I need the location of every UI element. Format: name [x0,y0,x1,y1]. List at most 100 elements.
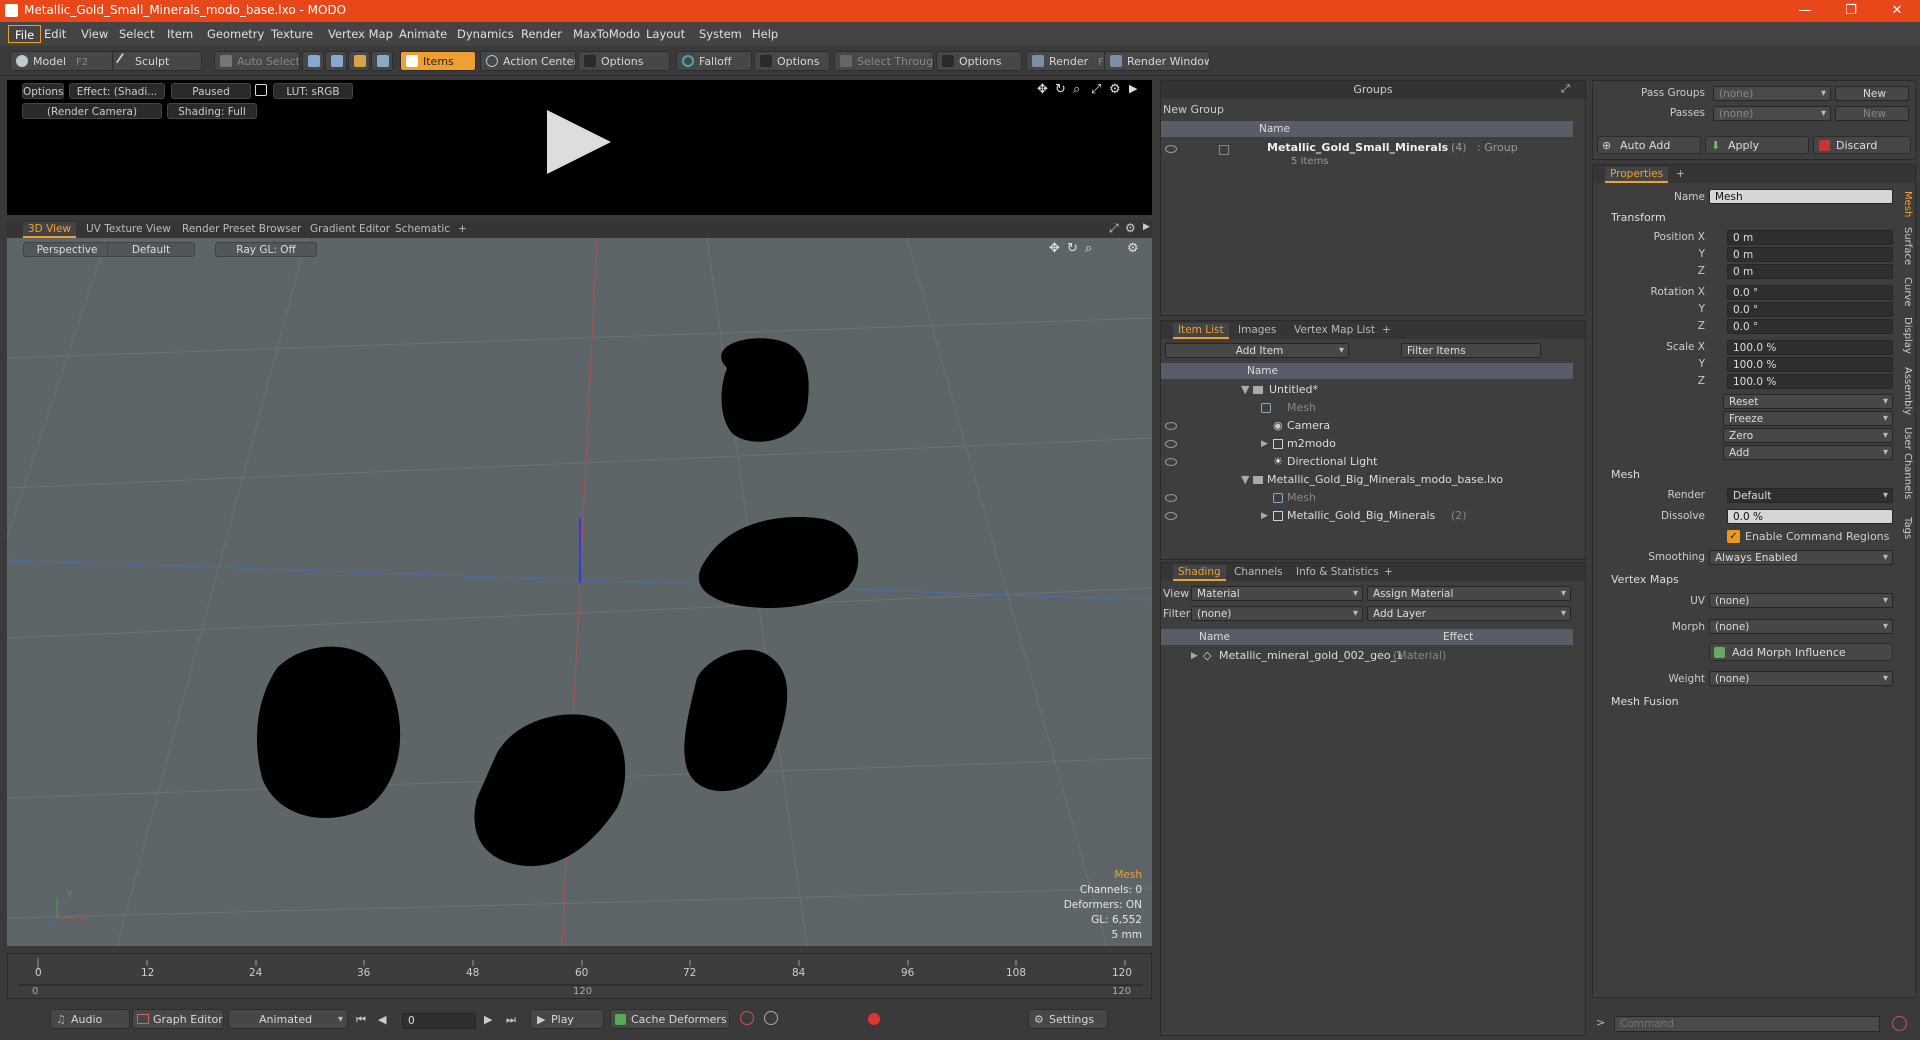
minimize-button[interactable]: — [1782,0,1828,22]
command-regions-checkbox[interactable]: ✓ [1727,530,1740,543]
tab-info-statistics[interactable]: Info & Statistics [1291,565,1384,581]
assign-material-dropdown[interactable]: Assign Material [1367,586,1571,601]
gear-icon[interactable]: ⚙ [1125,221,1136,235]
mesh-fusion-section[interactable]: Mesh Fusion [1611,695,1679,708]
position-y-field[interactable]: 0 m [1727,247,1893,262]
gear-icon[interactable]: ⚙ [1109,82,1121,97]
side-tab-tags[interactable]: Tags [1899,517,1913,539]
menu-vertex-map[interactable]: Vertex Map [322,25,399,43]
falloff-options-button[interactable]: Options [754,51,830,71]
scale-x-field[interactable]: 100.0 % [1727,340,1893,355]
audio-button[interactable]: ♫ Audio [50,1009,130,1029]
vertex-maps-section[interactable]: Vertex Maps [1611,573,1679,586]
current-frame-input[interactable]: 0 [402,1013,476,1029]
play-button[interactable]: ▶ Play [530,1009,604,1029]
move-icon[interactable]: ✥ [1049,241,1060,256]
menu-dynamics[interactable]: Dynamics [451,25,520,43]
3d-viewport[interactable]: Perspective Default Ray GL: Off ✥ ↻ ⌕ ⚙ … [7,238,1152,946]
expand-arrow-icon[interactable]: ▶ [1261,435,1268,453]
expand-arrow-icon[interactable]: ▶ [1261,507,1268,525]
name-input[interactable]: Mesh [1709,189,1893,204]
raygl-toggle[interactable]: Ray GL: Off [215,242,317,257]
arrow-right-icon[interactable]: ▶ [1143,222,1150,232]
tab-images[interactable]: Images [1233,323,1281,339]
transform-section[interactable]: Transform [1611,211,1666,224]
expand-arrow-icon[interactable]: ▼ [1241,471,1249,489]
menu-select[interactable]: Select [113,25,160,43]
side-tab-curve[interactable]: Curve [1899,277,1913,307]
freeze-dropdown[interactable]: Freeze [1723,411,1893,426]
rotation-x-field[interactable]: 0.0 ° [1727,285,1893,300]
list-item[interactable]: ☀ Directional Light [1161,453,1573,471]
pass-groups-dropdown[interactable]: (none) [1713,86,1831,101]
expand-arrow-icon[interactable]: ▶ [1191,647,1198,665]
menu-help[interactable]: Help [746,25,784,43]
smoothing-dropdown[interactable]: Always Enabled [1709,550,1893,565]
side-tab-display[interactable]: Display [1899,317,1913,354]
list-item[interactable]: ◉ Camera [1161,417,1573,435]
rotation-y-field[interactable]: 0.0 ° [1727,302,1893,317]
eye-icon[interactable] [1165,512,1177,520]
eye-icon[interactable] [1165,145,1177,153]
gear-icon[interactable]: ⚙ [1127,241,1139,256]
mesh-section[interactable]: Mesh [1611,468,1640,481]
tab-schematic[interactable]: Schematic [390,222,455,238]
side-tab-assembly[interactable]: Assembly [1899,367,1913,415]
zoom-icon[interactable]: ⌕ [1085,241,1092,256]
menu-render[interactable]: Render [515,25,568,43]
tab-gradient-editor[interactable]: Gradient Editor [305,222,395,238]
tab-item-list[interactable]: Item List [1173,323,1229,339]
timeline[interactable]: 0 12 24 36 48 60 72 84 96 108 120 0 120 … [7,953,1152,999]
render-window-button[interactable]: Render Window [1104,51,1210,71]
dissolve-field[interactable]: 0.0 % [1727,509,1893,524]
arrow-right-icon[interactable]: ▶ [1129,82,1137,95]
list-item[interactable]: ▼ Untitled* [1161,381,1573,399]
preview-options-button[interactable]: Options [22,83,64,99]
select-through-button[interactable]: Select Through [834,51,934,71]
menu-animate[interactable]: Animate [393,25,453,43]
eye-icon[interactable] [1165,440,1177,448]
group-row[interactable]: Metallic_Gold_Small_Minerals (4) : Group… [1161,139,1573,173]
graph-editor-button[interactable]: Graph Editor [132,1009,224,1029]
add-dropdown[interactable]: Add [1723,445,1893,460]
perspective-dropdown[interactable]: Perspective [23,242,111,257]
tab-render-preset-browser[interactable]: Render Preset Browser [177,222,306,238]
weight-dropdown[interactable]: (none) [1709,671,1893,686]
auto-add-button[interactable]: ⊕ Auto Add [1597,136,1701,154]
eye-icon[interactable] [1165,422,1177,430]
edge-mode-button[interactable] [325,51,347,71]
rotate-icon[interactable]: ↻ [1055,82,1066,97]
side-tab-mesh[interactable]: Mesh [1899,191,1913,217]
play-icon[interactable] [547,110,611,174]
zoom-icon[interactable]: ⌕ [1073,82,1080,97]
menu-system[interactable]: System [693,25,748,43]
preview-effect-dropdown[interactable]: Effect: (Shadi... [69,83,165,99]
jump-end-icon[interactable]: ⏭ [506,1013,516,1027]
polygon-mode-button[interactable] [348,51,370,71]
eye-icon[interactable] [1165,494,1177,502]
add-tab-button[interactable]: + [1377,323,1396,339]
list-item[interactable]: Mesh [1161,489,1573,507]
list-item[interactable]: ▼ Metallic_Gold_Big_Minerals_modo_base.lx… [1161,471,1573,489]
checkbox-icon[interactable] [1219,145,1229,155]
menu-layout[interactable]: Layout [640,25,691,43]
jump-start-icon[interactable]: ⏮ [356,1013,366,1027]
preview-paused-button[interactable]: Paused [171,83,251,99]
command-input[interactable] [1614,1016,1880,1032]
menu-item[interactable]: Item [161,25,199,43]
key-icon[interactable] [740,1011,754,1025]
menu-texture[interactable]: Texture [265,25,319,43]
tab-properties[interactable]: Properties [1605,167,1669,183]
add-tab-button[interactable]: + [1671,167,1690,183]
sculpt-mode-button[interactable]: Sculpt [112,51,202,71]
action-center-button[interactable]: Action Center [480,51,576,71]
shading-dropdown[interactable]: Shading: Full [167,103,257,119]
scale-y-field[interactable]: 100.0 % [1727,357,1893,372]
expand-icon[interactable]: ⤢ [1561,82,1570,96]
auto-select-button[interactable]: Auto Select [214,51,300,71]
items-mode-button[interactable]: Items [400,51,476,71]
record-macro-icon[interactable] [1892,1016,1907,1031]
expand-arrow-icon[interactable]: ▼ [1241,381,1249,399]
record-icon[interactable] [868,1013,880,1025]
model-mode-button[interactable]: Model F2 [10,51,114,71]
